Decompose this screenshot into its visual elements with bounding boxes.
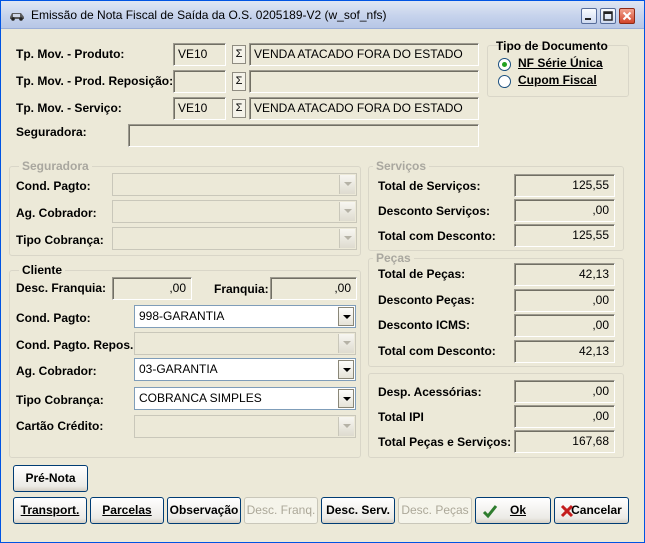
ok-button-label: Ok bbox=[509, 503, 526, 517]
total-geral-field[interactable]: 167,68 bbox=[514, 430, 615, 453]
tipo-documento-title: Tipo de Documento bbox=[496, 39, 608, 53]
desp-acessorias-label: Desp. Acessórias: bbox=[378, 385, 482, 399]
cli-cond-pagto-select[interactable]: 998-GARANTIA bbox=[134, 305, 356, 328]
minimize-button[interactable] bbox=[581, 8, 597, 24]
chevron-down-icon bbox=[338, 360, 354, 379]
tp-mov-servico-label: Tp. Mov. - Serviço: bbox=[16, 101, 122, 115]
transport-button[interactable]: Transport. bbox=[13, 497, 87, 524]
parcelas-button-label: Parcelas bbox=[102, 503, 152, 517]
desp-acessorias-field[interactable]: ,00 bbox=[514, 380, 615, 403]
desconto-servicos-field[interactable]: ,00 bbox=[514, 199, 615, 222]
parcelas-button[interactable]: Parcelas bbox=[90, 497, 164, 524]
main-window: Emissão de Nota Fiscal de Saída da O.S. … bbox=[0, 0, 645, 543]
total-desc-pecas-label: Total com Desconto: bbox=[378, 344, 496, 358]
close-icon bbox=[622, 11, 632, 21]
desc-franq-button[interactable]: Desc. Franq. bbox=[244, 497, 318, 524]
total-desc-pecas-field[interactable]: 42,13 bbox=[514, 340, 615, 363]
desc-franquia-label: Desc. Franquia: bbox=[16, 281, 107, 295]
pre-nota-button[interactable]: Pré-Nota bbox=[13, 465, 88, 492]
tp-mov-produto-label: Tp. Mov. - Produto: bbox=[16, 47, 125, 61]
cli-tipo-cobranca-label: Tipo Cobrança: bbox=[16, 393, 104, 407]
cli-ag-cobrador-value: 03-GARANTIA bbox=[139, 362, 218, 376]
radio-cupom-fiscal[interactable] bbox=[498, 75, 511, 88]
tp-mov-produto-desc[interactable]: VENDA ATACADO FORA DO ESTADO bbox=[249, 43, 479, 66]
cli-cond-pagto-repos-label: Cond. Pagto. Repos.: bbox=[16, 338, 138, 352]
cli-cond-pagto-label: Cond. Pagto: bbox=[16, 311, 91, 325]
tp-mov-servico-code[interactable]: VE10 bbox=[173, 97, 226, 120]
pecas-group-title: Peças bbox=[373, 251, 414, 265]
desconto-icms-label: Desconto ICMS: bbox=[378, 318, 471, 332]
title-bar[interactable]: Emissão de Nota Fiscal de Saída da O.S. … bbox=[1, 1, 644, 29]
total-geral-label: Total Peças e Serviços: bbox=[378, 435, 512, 449]
radio-cupom-fiscal-label[interactable]: Cupom Fiscal bbox=[518, 73, 597, 87]
maximize-button[interactable] bbox=[600, 8, 616, 24]
transport-button-label: Transport. bbox=[20, 503, 80, 517]
chevron-down-icon bbox=[338, 307, 354, 326]
total-ipi-label: Total IPI bbox=[378, 410, 424, 424]
seg-ag-cobrador-label: Ag. Cobrador: bbox=[16, 206, 97, 220]
total-servicos-field[interactable]: 125,55 bbox=[514, 174, 615, 197]
cli-cond-pagto-repos-select[interactable] bbox=[134, 332, 356, 355]
tp-mov-produto-code[interactable]: VE10 bbox=[173, 43, 226, 66]
franquia-label: Franquia: bbox=[214, 282, 269, 296]
total-desc-servicos-label: Total com Desconto: bbox=[378, 229, 496, 243]
seg-cond-pagto-label: Cond. Pagto: bbox=[16, 179, 91, 193]
desconto-icms-field[interactable]: ,00 bbox=[514, 314, 615, 337]
tp-mov-reposicao-label: Tp. Mov. - Prod. Reposição: bbox=[16, 74, 174, 88]
cli-tipo-cobranca-select[interactable]: COBRANCA SIMPLES bbox=[134, 387, 356, 410]
radio-nf-serie-unica[interactable] bbox=[498, 58, 511, 71]
cli-cond-pagto-value: 998-GARANTIA bbox=[139, 309, 225, 323]
seg-tipo-cobranca-label: Tipo Cobrança: bbox=[16, 233, 104, 247]
seguradora-group-title: Seguradora bbox=[19, 159, 92, 173]
sigma-icon[interactable]: Σ bbox=[232, 99, 246, 118]
chevron-down-icon bbox=[339, 175, 355, 194]
seguradora-field[interactable] bbox=[128, 124, 479, 147]
observacao-button[interactable]: Observação bbox=[167, 497, 241, 524]
cartao-credito-label: Cartão Crédito: bbox=[16, 419, 104, 433]
cartao-credito-select[interactable] bbox=[134, 415, 356, 438]
desconto-servicos-label: Desconto Serviços: bbox=[378, 204, 491, 218]
desc-pecas-button[interactable]: Desc. Peças bbox=[398, 497, 472, 524]
seg-ag-cobrador-select[interactable] bbox=[112, 200, 357, 223]
desconto-pecas-label: Desconto Peças: bbox=[378, 293, 475, 307]
ok-button[interactable]: Ok bbox=[475, 497, 551, 524]
total-servicos-label: Total de Serviços: bbox=[378, 179, 481, 193]
total-pecas-label: Total de Peças: bbox=[378, 267, 466, 281]
sigma-icon[interactable]: Σ bbox=[232, 45, 246, 64]
tp-mov-servico-desc[interactable]: VENDA ATACADO FORA DO ESTADO bbox=[249, 97, 479, 120]
x-icon bbox=[560, 504, 574, 518]
close-button[interactable] bbox=[619, 8, 635, 24]
maximize-icon bbox=[603, 11, 613, 21]
chevron-down-icon bbox=[339, 229, 355, 248]
servicos-group-title: Serviços bbox=[373, 159, 430, 173]
cli-ag-cobrador-label: Ag. Cobrador: bbox=[16, 364, 97, 378]
seg-cond-pagto-select[interactable] bbox=[112, 173, 357, 196]
car-icon bbox=[10, 13, 24, 21]
sigma-icon[interactable]: Σ bbox=[232, 72, 246, 91]
chevron-down-icon bbox=[338, 334, 354, 353]
chevron-down-icon bbox=[338, 389, 354, 408]
desconto-pecas-field[interactable]: ,00 bbox=[514, 289, 615, 312]
tp-mov-reposicao-desc[interactable] bbox=[249, 70, 479, 93]
franquia-field[interactable]: ,00 bbox=[270, 277, 357, 300]
cancelar-button[interactable]: Cancelar bbox=[554, 497, 629, 524]
cli-ag-cobrador-select[interactable]: 03-GARANTIA bbox=[134, 358, 356, 381]
chevron-down-icon bbox=[339, 202, 355, 221]
cli-tipo-cobranca-value: COBRANCA SIMPLES bbox=[139, 391, 262, 405]
minimize-icon bbox=[585, 18, 591, 20]
seg-tipo-cobranca-select[interactable] bbox=[112, 227, 357, 250]
tp-mov-reposicao-code[interactable] bbox=[173, 70, 226, 93]
seguradora-label: Seguradora: bbox=[16, 125, 87, 139]
window-title: Emissão de Nota Fiscal de Saída da O.S. … bbox=[31, 8, 387, 22]
chevron-down-icon bbox=[338, 417, 354, 436]
cliente-group-title: Cliente bbox=[19, 263, 66, 277]
total-ipi-field[interactable]: ,00 bbox=[514, 405, 615, 428]
radio-nf-serie-unica-label[interactable]: NF Série Única bbox=[518, 56, 603, 70]
total-pecas-field[interactable]: 42,13 bbox=[514, 263, 615, 286]
desc-franquia-field[interactable]: ,00 bbox=[112, 277, 192, 300]
total-desc-servicos-field[interactable]: 125,55 bbox=[514, 224, 615, 247]
checkmark-icon bbox=[482, 505, 498, 519]
desc-serv-button[interactable]: Desc. Serv. bbox=[321, 497, 395, 524]
